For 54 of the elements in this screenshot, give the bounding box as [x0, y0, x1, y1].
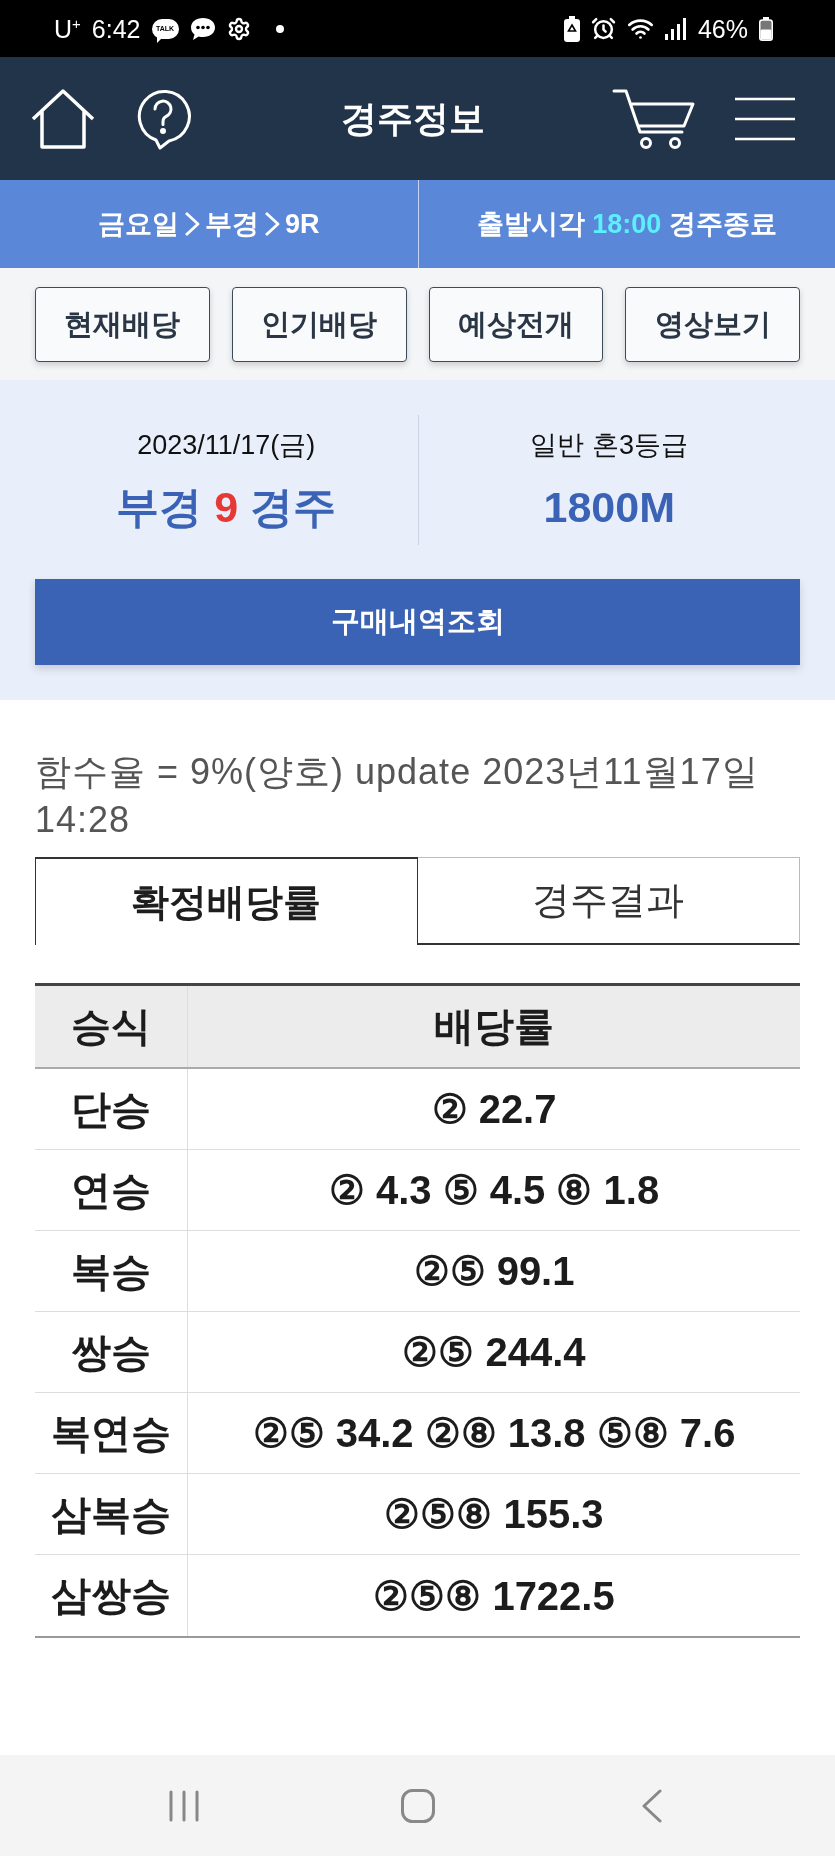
chevron-icon — [184, 211, 200, 237]
result-tab[interactable]: 확정배당률 — [35, 857, 418, 945]
menu-tab-button[interactable]: 현재배당 — [35, 287, 210, 362]
result-tab[interactable]: 경주결과 — [417, 857, 800, 945]
race-date: 2023/11/17(금) — [137, 429, 316, 462]
battery-saver-icon — [563, 15, 580, 42]
table-cell: 단승 — [35, 1069, 188, 1149]
menu-tab-button[interactable]: 영상보기 — [625, 287, 800, 362]
recent-apps-icon — [167, 1789, 200, 1822]
gear-icon — [226, 16, 251, 41]
table-cell: 쌍승 — [35, 1312, 188, 1392]
menu-tab-button[interactable]: 예상전개 — [428, 287, 604, 362]
table-cell-text: ② 22.7 — [430, 1086, 558, 1133]
update-notice: 함수율 = 9%(양호) update 2023년11월17일 14:28 — [35, 750, 760, 842]
notification-dot-icon — [275, 24, 284, 33]
breadcrumb-item: 부경 — [205, 208, 259, 241]
back-icon — [641, 1788, 662, 1823]
page-title: 경주정보 — [340, 96, 485, 141]
signal-icon — [664, 17, 687, 40]
menu-tab-button[interactable]: 인기배당 — [231, 287, 407, 362]
home-button[interactable] — [30, 87, 96, 150]
table-cell-text: ②⑤ 244.4 — [401, 1329, 587, 1376]
home-icon — [30, 87, 96, 150]
race-class: 일반 혼3등급 — [530, 429, 688, 462]
purchase-history-button[interactable]: 구매내역조회 — [35, 579, 800, 665]
chat-bubble-icon — [189, 16, 216, 41]
table-cell-text: ②⑤ 99.1 — [412, 1248, 576, 1295]
table-cell-text: ②⑤⑧ 155.3 — [383, 1491, 605, 1538]
table-cell-text: ②⑤⑧ 1722.5 — [372, 1572, 616, 1620]
cart-button[interactable] — [612, 87, 697, 150]
clock-time: 6:42 — [91, 13, 141, 44]
table-cell: 삼쌍승 — [35, 1555, 188, 1636]
column-header: 배당률 — [433, 1003, 555, 1050]
menu-icon — [735, 95, 795, 142]
alarm-icon — [590, 16, 616, 41]
table-cell-text: ②⑤ 34.2 ②⑧ 13.8 ⑤⑧ 7.6 — [251, 1410, 737, 1457]
start-time-status: 출발시각 18:00 경주종료 — [476, 208, 777, 241]
table-cell: 연승 — [35, 1150, 188, 1230]
column-header: 승식 — [35, 986, 188, 1067]
race-title: 부경 9 경주 — [116, 482, 337, 533]
menu-button[interactable] — [735, 95, 795, 142]
breadcrumb-item: 9R — [285, 208, 320, 241]
chevron-icon — [264, 211, 280, 237]
table-cell: 복승 — [35, 1231, 188, 1311]
race-distance: 1800M — [543, 482, 675, 533]
table-cell: 삼복승 — [35, 1474, 188, 1554]
breadcrumb-item: 금요일 — [98, 208, 179, 241]
home-square-icon — [400, 1788, 435, 1823]
battery-percent: 46% — [697, 13, 748, 44]
battery-icon — [759, 16, 773, 41]
table-cell-text: ② 4.3 ⑤ 4.5 ⑧ 1.8 — [327, 1167, 661, 1214]
carrier-label: U$^{+}$ — [54, 13, 81, 44]
cart-icon — [612, 87, 697, 150]
table-cell: 복연승 — [35, 1393, 188, 1473]
